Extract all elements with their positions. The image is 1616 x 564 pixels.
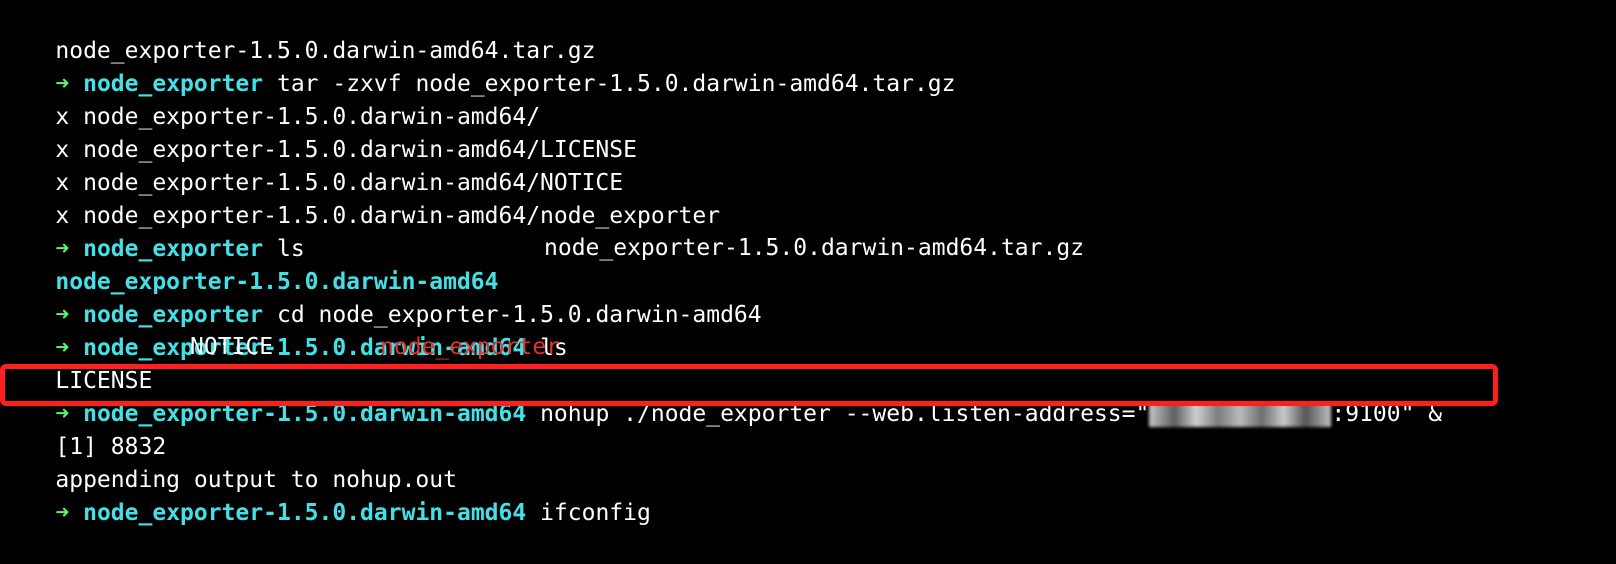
output-line: x node_exporter-1.5.0.darwin-amd64/NOTIC… <box>0 132 623 196</box>
ls-entry-executable: node_exporter <box>380 334 561 360</box>
output-line: node_exporter-1.5.0.darwin-amd64.tar.gz <box>0 0 595 64</box>
terminal-window[interactable]: node_exporter-1.5.0.darwin-amd64.tar.gz … <box>0 0 1616 526</box>
prompt-line: ➜ node_exporter tar -zxvf node_exporter-… <box>0 33 955 97</box>
ls-output-line: LICENSE NOTICE node_exporter <box>0 330 1616 394</box>
prompt-line: ➜ node_exporter cd node_exporter-1.5.0.d… <box>0 264 761 328</box>
highlight-annotation-box <box>0 364 1498 406</box>
ls-entry-notice: NOTICE <box>190 334 274 360</box>
ls-output-line: node_exporter-1.5.0.darwin-amd64 node_ex… <box>0 231 1616 295</box>
prompt-directory: node_exporter-1.5.0.darwin-amd64 <box>83 500 527 526</box>
output-line: appending output to nohup.out <box>0 429 457 493</box>
ls-entry-archive: node_exporter-1.5.0.darwin-amd64.tar.gz <box>544 235 1085 261</box>
prompt-line: ➜ node_exporter-1.5.0.darwin-amd64 ls <box>0 297 567 361</box>
command-text: ifconfig <box>526 500 651 526</box>
redacted-ip-address <box>1149 402 1332 427</box>
output-line: x node_exporter-1.5.0.darwin-amd64/LICEN… <box>0 99 637 163</box>
prompt-line: ➜ node_exporter-1.5.0.darwin-amd64 ifcon… <box>0 462 650 526</box>
output-line: x node_exporter-1.5.0.darwin-amd64/node_… <box>0 165 720 229</box>
prompt-line: ➜ node_exporter ls <box>0 198 304 262</box>
prompt-arrow-icon: ➜ <box>55 500 70 526</box>
output-line: x node_exporter-1.5.0.darwin-amd64/ <box>0 66 540 130</box>
